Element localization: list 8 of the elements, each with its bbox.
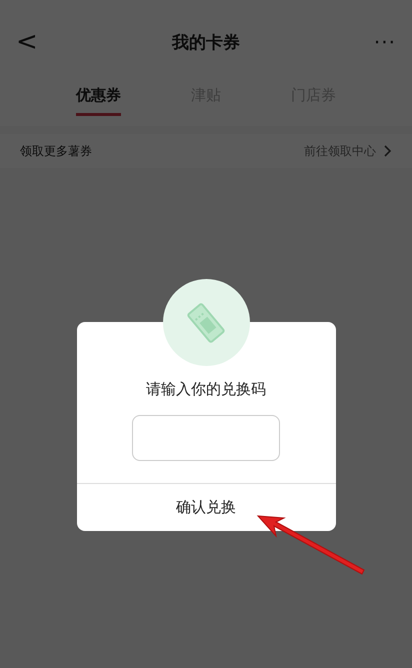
more-button[interactable]: ···: [366, 30, 396, 54]
dialog-prompt: 请输入你的兑换码: [146, 380, 266, 399]
chevron-icon: [384, 145, 392, 157]
page-title: 我的卡券: [172, 32, 240, 54]
tab[interactable]: 优惠券: [76, 84, 121, 116]
promo-text: 领取更多薯券: [20, 142, 92, 160]
code-input-field[interactable]: [132, 415, 280, 461]
back-button[interactable]: <: [16, 27, 46, 57]
